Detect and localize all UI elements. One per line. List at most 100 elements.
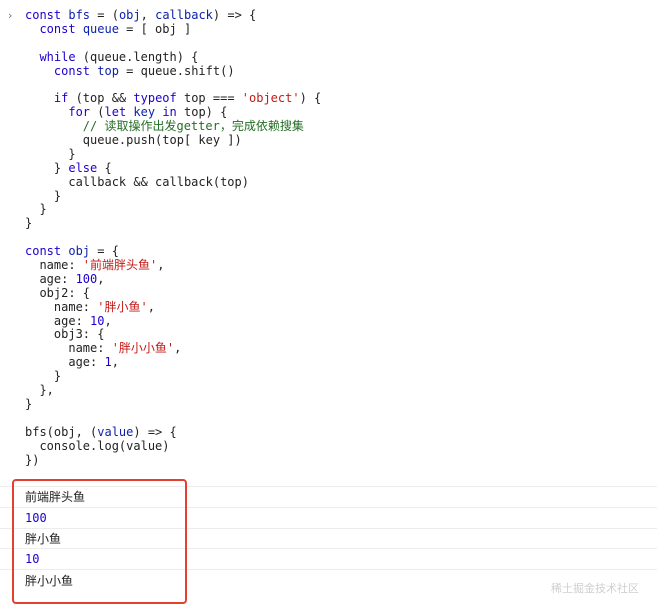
code-line: // 读取操作出发getter，完成依赖搜集 xyxy=(25,119,321,134)
code-token: , xyxy=(140,8,156,22)
code-token: ( xyxy=(90,105,105,120)
code-token: // 读取操作出发getter，完成依赖搜集 xyxy=(82,119,304,134)
code-token: queue.push(top[ key ]) xyxy=(25,133,242,148)
console-output-value: 胖小鱼 xyxy=(25,531,62,546)
code-token: , xyxy=(147,299,155,314)
code-line: callback && callback(top) xyxy=(25,174,321,190)
code-line: age: 1, xyxy=(25,355,321,370)
code-token: , xyxy=(157,258,165,273)
code-line: bfs(obj, (value) => { xyxy=(25,424,321,440)
code-token: callback && callback(top) xyxy=(25,174,249,189)
code-line: const bfs = (obj, callback) => { xyxy=(25,8,321,23)
code-line: } xyxy=(25,188,321,204)
devtools-console: › const bfs = (obj, callback) => { const… xyxy=(0,0,657,604)
code-token: , xyxy=(174,341,182,356)
code-token: ) { xyxy=(299,91,322,106)
code-token: ) => { xyxy=(212,8,257,22)
code-token: , xyxy=(97,271,105,286)
console-output-value: 100 xyxy=(25,510,47,525)
code-token: top) { xyxy=(176,105,228,120)
code-token: value xyxy=(97,424,134,439)
prompt-chevron-icon: › xyxy=(8,9,13,22)
code-token: age: xyxy=(25,271,76,286)
code-token: top === xyxy=(176,91,242,106)
code-token: ) => { xyxy=(133,424,177,439)
code-line: age: 100, xyxy=(25,271,321,287)
code-token: 100 xyxy=(75,271,98,286)
code-token: const xyxy=(25,244,69,259)
code-token: name: xyxy=(25,258,83,273)
code-token: while xyxy=(39,49,76,64)
console-output-row[interactable]: 10 xyxy=(0,548,657,569)
code-token: bfs(obj, ( xyxy=(25,424,98,439)
code-token: name: xyxy=(25,299,98,314)
code-token: { xyxy=(97,160,112,175)
code-token: const xyxy=(53,63,98,78)
code-token: obj3: { xyxy=(25,327,105,342)
code-line: } xyxy=(25,396,321,412)
code-line: obj3: { xyxy=(25,328,321,342)
code-token: = ( xyxy=(90,8,119,22)
code-line: }) xyxy=(25,452,321,468)
code-line: while (queue.length) { xyxy=(25,49,321,65)
console-output-row[interactable]: 100 xyxy=(0,506,657,528)
code-line: if (top && typeof top === 'object') { xyxy=(25,91,322,106)
code-token: (top && xyxy=(68,91,134,106)
code-token: for xyxy=(68,105,91,120)
code-token: '胖小小鱼' xyxy=(111,341,175,356)
console-output-value: 胖小小鱼 xyxy=(25,573,74,588)
console-output-value: 10 xyxy=(25,552,40,567)
code-token: '胖小鱼' xyxy=(97,299,148,314)
watermark: 稀土掘金技术社区 xyxy=(551,582,639,595)
code-line: age: 10, xyxy=(25,313,321,329)
code-line: } xyxy=(25,146,321,162)
code-token: (queue.length) { xyxy=(75,49,199,64)
code-token: obj2: { xyxy=(25,285,91,300)
code-token: name: xyxy=(25,341,112,356)
code-token: = [ obj ] xyxy=(118,21,192,36)
code-line: const top = queue.shift() xyxy=(25,63,321,79)
code-token: console.log(value) xyxy=(25,438,170,453)
code-token: '前端胖头鱼' xyxy=(82,258,158,273)
code-token: , xyxy=(104,313,112,328)
code-token: } xyxy=(25,146,76,161)
code-token: obj xyxy=(68,244,91,259)
code-token: } xyxy=(25,160,69,175)
code-line: name: '前端胖头鱼', xyxy=(25,258,321,273)
code-token: } xyxy=(25,188,62,203)
code-token: age: xyxy=(25,313,91,328)
console-output-list: 前端胖头鱼 100 胖小鱼 10 胖小小鱼 xyxy=(0,486,657,590)
code-token: if xyxy=(53,91,69,106)
code-line: queue.push(top[ key ]) xyxy=(25,133,321,148)
code-token: queue xyxy=(82,21,119,36)
code-token: } xyxy=(25,202,47,217)
code-token: = queue.shift() xyxy=(118,63,235,78)
console-output-row[interactable]: 前端胖头鱼 xyxy=(0,486,657,507)
code-token: , xyxy=(111,355,119,370)
code-line: console.log(value) xyxy=(25,438,321,454)
code-line: } else { xyxy=(25,160,321,176)
code-token: in xyxy=(162,105,177,120)
code-line: } xyxy=(25,216,321,231)
code-line: }, xyxy=(25,383,321,398)
code-token: top xyxy=(97,63,119,78)
console-input-entry[interactable]: › const bfs = (obj, callback) => { const… xyxy=(0,0,657,486)
code-line: name: '胖小小鱼', xyxy=(25,341,321,356)
code-token: key xyxy=(133,105,156,120)
code-line: } xyxy=(25,369,321,384)
console-output-row[interactable]: 胖小鱼 xyxy=(0,527,657,549)
code-block: const bfs = (obj, callback) => { const q… xyxy=(25,8,322,468)
code-line: const obj = { xyxy=(25,244,321,259)
code-token: } xyxy=(25,396,33,411)
code-line: } xyxy=(25,203,321,217)
code-token: }) xyxy=(25,452,40,467)
